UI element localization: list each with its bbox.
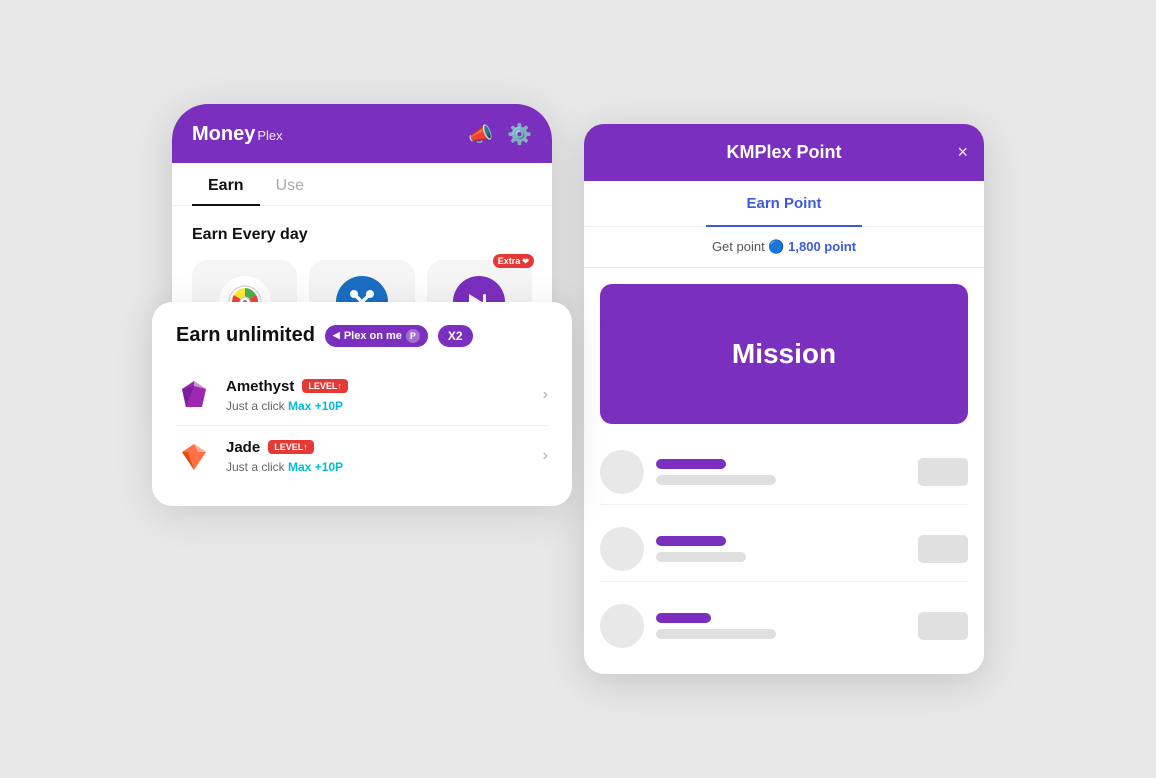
mission-list-item[interactable]: [600, 594, 968, 658]
earn-everyday-title: Earn Every day: [192, 226, 532, 244]
bottom-card-header: Earn unlimited ◀ Plex on me P X2: [176, 324, 548, 347]
reward-item-amethyst[interactable]: Amethyst LEVEL↑ Just a click Max +10P ›: [176, 365, 548, 426]
modal-points-info: Get point 🔵 1,800 point: [584, 227, 984, 268]
mission-avatar: [600, 527, 644, 571]
jade-desc: Just a click Max +10P: [226, 460, 529, 474]
modal-header: KMPlex Point ×: [584, 124, 984, 181]
app-logo: Money Plex: [192, 123, 283, 146]
amethyst-name-row: Amethyst LEVEL↑: [226, 378, 529, 395]
amethyst-name: Amethyst: [226, 378, 294, 395]
mission-action-button[interactable]: [918, 458, 968, 486]
mission-content: [656, 536, 906, 562]
mission-bar-long: [656, 475, 776, 485]
jade-chevron-icon: ›: [543, 447, 548, 465]
modal-tabs: Earn Point: [584, 181, 984, 227]
settings-icon[interactable]: ⚙️: [507, 122, 532, 147]
extra-badge: Extra❤: [493, 254, 534, 268]
modal-close-button[interactable]: ×: [957, 142, 968, 163]
phone-header: Money Plex 📣 ⚙️: [172, 104, 552, 163]
amethyst-chevron-icon: ›: [543, 386, 548, 404]
bottom-card: Earn unlimited ◀ Plex on me P X2: [152, 302, 572, 506]
mission-label: Mission: [732, 338, 836, 370]
mission-content: [656, 613, 906, 639]
mission-bar-long: [656, 629, 776, 639]
logo-money-text: Money: [192, 123, 255, 146]
mission-list: [584, 440, 984, 674]
jade-max-points: Max +10P: [288, 460, 343, 474]
mission-action-button[interactable]: [918, 535, 968, 563]
amethyst-info: Amethyst LEVEL↑ Just a click Max +10P: [226, 378, 529, 413]
x2-label: X2: [448, 329, 463, 343]
mission-bar-short: [656, 613, 711, 623]
reward-item-jade[interactable]: Jade LEVEL↑ Just a click Max +10P ›: [176, 426, 548, 486]
jade-gem-icon: [176, 438, 212, 474]
mission-avatar: [600, 450, 644, 494]
amethyst-max-points: Max +10P: [288, 399, 343, 413]
logo-plex-text: Plex: [257, 128, 282, 143]
point-value: 1,800 point: [788, 239, 856, 254]
jade-level-badge: LEVEL↑: [268, 440, 314, 454]
mission-bar-long: [656, 552, 746, 562]
mission-bar-short: [656, 459, 726, 469]
mission-action-button[interactable]: [918, 612, 968, 640]
plex-on-me-label: Plex on me: [344, 330, 402, 342]
header-icons: 📣 ⚙️: [468, 122, 532, 147]
x2-badge: X2: [438, 325, 473, 347]
plex-on-me-badge: ◀ Plex on me P: [325, 325, 428, 347]
modal-tab-earn[interactable]: Earn Point: [706, 181, 861, 226]
modal-title: KMPlex Point: [726, 142, 841, 163]
amethyst-level-badge: LEVEL↑: [302, 379, 348, 393]
mission-bar-short: [656, 536, 726, 546]
jade-name-row: Jade LEVEL↑: [226, 439, 529, 456]
point-icon: 🔵: [768, 239, 784, 254]
mission-banner: Mission: [600, 284, 968, 424]
notification-icon[interactable]: 📣: [468, 122, 493, 147]
mission-content: [656, 459, 906, 485]
mission-list-item[interactable]: [600, 440, 968, 505]
right-modal: KMPlex Point × Earn Point Get point 🔵 1,…: [584, 124, 984, 674]
tab-use[interactable]: Use: [260, 163, 320, 205]
tab-earn[interactable]: Earn: [192, 163, 260, 205]
mission-list-item[interactable]: [600, 517, 968, 582]
jade-info: Jade LEVEL↑ Just a click Max +10P: [226, 439, 529, 474]
jade-name: Jade: [226, 439, 260, 456]
main-tabs: Earn Use: [172, 163, 552, 206]
plex-p-icon: P: [406, 329, 420, 343]
earn-unlimited-title: Earn unlimited: [176, 324, 315, 347]
amethyst-gem-icon: [176, 377, 212, 413]
mission-avatar: [600, 604, 644, 648]
amethyst-desc: Just a click Max +10P: [226, 399, 529, 413]
